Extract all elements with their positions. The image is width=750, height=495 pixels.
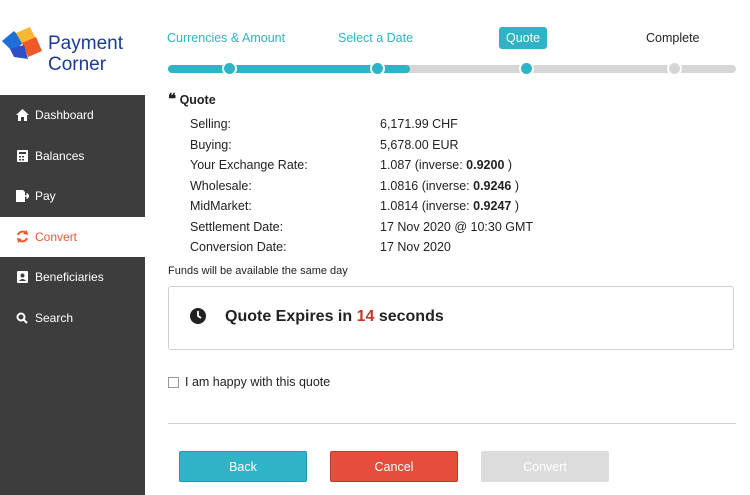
sidebar-item-label: Balances: [35, 148, 85, 163]
step-dot-3[interactable]: [519, 61, 534, 76]
quote-row-exchange-rate: Your Exchange Rate: 1.087 (inverse: 0.92…: [190, 155, 533, 176]
step-dot-4[interactable]: [667, 61, 682, 76]
quote-value: 1.087 (inverse: 0.9200 ): [380, 158, 512, 172]
step-complete: Complete: [646, 31, 700, 45]
home-icon: [15, 108, 29, 122]
sidebar-item-label: Convert: [35, 229, 78, 244]
sidebar-item-label: Pay: [35, 189, 56, 204]
logo[interactable]: Payment Corner: [0, 0, 145, 95]
sidebar-item-label: Dashboard: [35, 108, 94, 123]
inverse-prefix: (inverse:: [414, 158, 467, 173]
quote-label: Conversion Date:: [190, 240, 287, 255]
confirm-quote-label[interactable]: I am happy with this quote: [185, 375, 330, 389]
brand-name: Payment Corner: [48, 33, 123, 75]
expiry-suffix: seconds: [374, 308, 444, 325]
rate-value: 1.0814: [380, 199, 419, 214]
confirm-quote-checkbox[interactable]: [168, 376, 179, 388]
pay-icon: [15, 189, 29, 203]
confirm-quote-row: I am happy with this quote: [168, 375, 330, 389]
search-icon: [15, 311, 29, 325]
quote-value: 6,171.99 CHF: [380, 117, 458, 132]
step-currencies-amount[interactable]: Currencies & Amount: [167, 31, 285, 45]
payment-corner-logo-icon: [2, 27, 42, 59]
sidebar-item-convert[interactable]: Convert: [0, 216, 145, 257]
quote-value: 1.0816 (inverse: 0.9246 ): [380, 179, 519, 193]
quote-value: 1.0814 (inverse: 0.9247 ): [380, 199, 519, 213]
quote-row-midmarket: MidMarket: 1.0814 (inverse: 0.9247 ): [190, 196, 533, 217]
quote-row-wholesale: Wholesale: 1.0816 (inverse: 0.9246 ): [190, 176, 533, 197]
step-dot-2[interactable]: [370, 61, 385, 76]
quote-row-selling: Selling: 6,171.99 CHF: [190, 114, 533, 135]
expiry-seconds: 14: [356, 308, 375, 325]
inverse-suffix: ): [504, 158, 513, 173]
calculator-icon: [15, 149, 29, 163]
quote-value: 17 Nov 2020 @ 10:30 GMT: [380, 219, 534, 234]
convert-button[interactable]: Convert: [481, 451, 609, 482]
sidebar-item-balances[interactable]: Balances: [0, 136, 145, 177]
quote-row-settlement-date: Settlement Date: 17 Nov 2020 @ 10:30 GMT: [190, 217, 533, 238]
sidebar: Payment Corner Dashboard Balances Pay Co…: [0, 0, 145, 495]
divider: [168, 423, 736, 424]
quote-value: 17 Nov 2020: [380, 240, 451, 255]
expiry-prefix: Quote Expires in: [225, 308, 357, 325]
clock-icon: [190, 308, 206, 324]
step-quote[interactable]: Quote: [499, 27, 548, 49]
quote-icon: ❝: [168, 91, 177, 108]
quote-label: Selling:: [190, 117, 231, 132]
funds-availability-note: Funds will be available the same day: [168, 265, 348, 277]
quote-label: Buying:: [190, 137, 232, 152]
back-button[interactable]: Back: [179, 451, 307, 482]
inverse-prefix: (inverse:: [421, 199, 474, 214]
quote-label: Settlement Date:: [190, 219, 284, 234]
rate-value: 1.0816: [380, 178, 419, 193]
quote-row-buying: Buying: 5,678.00 EUR: [190, 135, 533, 156]
quote-label: Your Exchange Rate:: [190, 158, 308, 173]
quote-title: Quote: [179, 93, 216, 107]
cancel-button[interactable]: Cancel: [330, 451, 458, 482]
quote-label: Wholesale:: [190, 178, 252, 193]
brand-line-2: Corner: [48, 54, 107, 75]
sidebar-nav: Dashboard Balances Pay Convert Beneficia…: [0, 95, 145, 338]
contact-card-icon: [15, 270, 29, 284]
quote-row-conversion-date: Conversion Date: 17 Nov 2020: [190, 237, 533, 258]
quote-heading: ❝ Quote: [168, 90, 216, 108]
sidebar-item-label: Beneficiaries: [35, 270, 104, 285]
sidebar-item-dashboard[interactable]: Dashboard: [0, 95, 145, 136]
sidebar-item-beneficiaries[interactable]: Beneficiaries: [0, 257, 145, 298]
inverse-prefix: (inverse:: [421, 178, 474, 193]
refresh-icon: [15, 230, 29, 244]
sidebar-item-label: Search: [35, 310, 74, 325]
quote-expiry-text: Quote Expires in 14 seconds: [225, 308, 444, 326]
inverse-suffix: ): [511, 178, 519, 193]
inverse-value: 0.9247: [473, 199, 512, 214]
sidebar-item-search[interactable]: Search: [0, 298, 145, 339]
quote-details: Selling: 6,171.99 CHF Buying: 5,678.00 E…: [190, 114, 533, 258]
brand-line-1: Payment: [48, 33, 123, 54]
sidebar-item-pay[interactable]: Pay: [0, 176, 145, 217]
quote-expiry-box: Quote Expires in 14 seconds: [168, 286, 734, 350]
quote-label: MidMarket:: [190, 199, 252, 214]
inverse-value: 0.9200: [466, 158, 505, 173]
rate-value: 1.087: [380, 158, 412, 173]
inverse-suffix: ): [511, 199, 519, 214]
quote-value: 5,678.00 EUR: [380, 137, 459, 152]
inverse-value: 0.9246: [473, 178, 512, 193]
step-select-date[interactable]: Select a Date: [338, 31, 413, 45]
step-dot-1[interactable]: [222, 61, 237, 76]
